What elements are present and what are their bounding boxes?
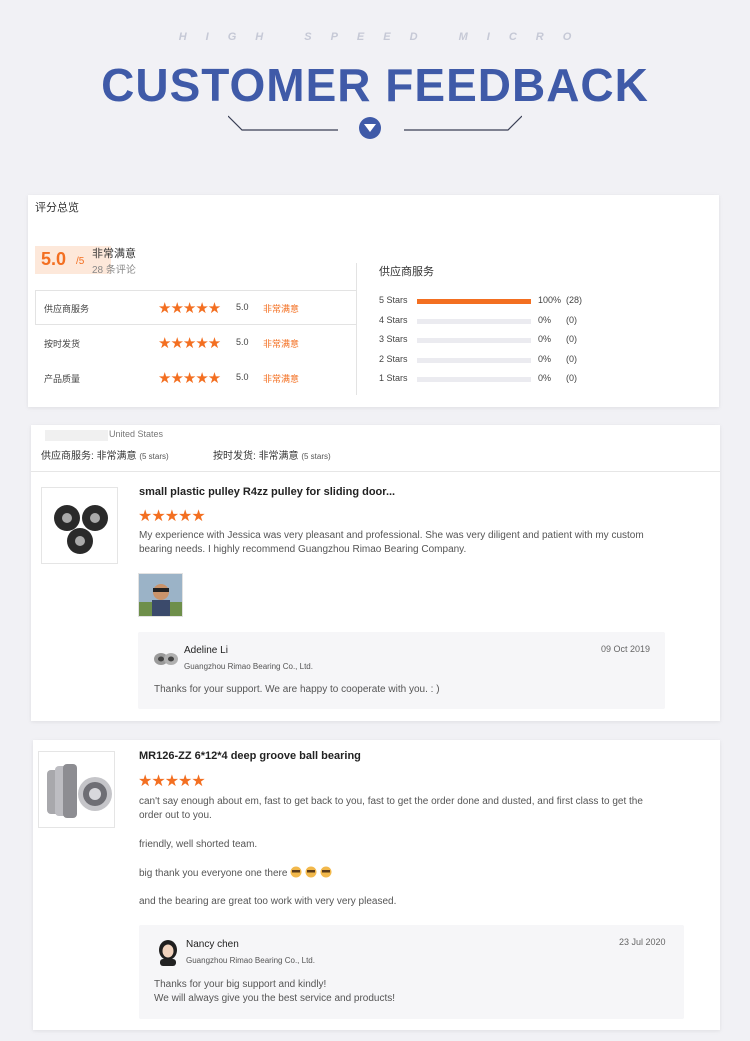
reviewer-location: United States xyxy=(109,429,164,439)
distribution-count: (0) xyxy=(566,334,577,344)
distribution-percent: 0% xyxy=(538,373,552,383)
reply-company: Guangzhou Rimao Bearing Co., Ltd. xyxy=(186,956,315,965)
score-max: /5 xyxy=(76,256,85,267)
distribution-count: (28) xyxy=(566,295,583,305)
distribution-row: 4 Stars 0% (0) xyxy=(379,314,619,328)
distribution-percent: 0% xyxy=(538,315,552,325)
reply-author-name: Adeline Li xyxy=(184,645,228,656)
page-header: HIGH SPEED MICRO CUSTOMER FEEDBACK xyxy=(0,0,750,160)
review-text: and the bearing are great too work with … xyxy=(139,896,397,907)
meta-stars: (5 stars) xyxy=(139,452,169,461)
score-row-desc: 非常满意 xyxy=(263,339,300,349)
review-text: big thank you everyone one there xyxy=(139,866,334,881)
meta-stars: (5 stars) xyxy=(301,452,331,461)
summary-heading: 评分总览 xyxy=(35,202,79,214)
review-stars-icon: ★★★★★ xyxy=(138,508,206,525)
reply-company: Guangzhou Rimao Bearing Co., Ltd. xyxy=(184,662,313,671)
review-meta-shipping: 按时发货: 非常满意 (5 stars) xyxy=(213,447,331,462)
reviewer-name-redacted xyxy=(45,430,108,441)
distribution-label: 5 Stars xyxy=(379,295,408,305)
distribution-percent: 0% xyxy=(538,334,552,344)
review-meta-service: 供应商服务: 非常满意 (5 stars) xyxy=(41,447,169,462)
divider xyxy=(35,290,356,291)
review-text: can't say enough about em, fast to get b… xyxy=(139,796,643,821)
distribution-count: (0) xyxy=(566,354,577,364)
review-text: friendly, well shorted team. xyxy=(139,839,258,850)
score-row-label: 供应商服务 xyxy=(44,304,90,314)
distribution-fill xyxy=(417,299,531,304)
distribution-label: 1 Stars xyxy=(379,373,408,383)
distribution-percent: 100% xyxy=(538,295,562,305)
header-divider-icon xyxy=(228,115,522,139)
reply-date: 09 Oct 2019 xyxy=(601,644,651,654)
divider xyxy=(35,324,356,325)
star-rating-icon: ★★★★★ xyxy=(158,370,221,387)
supplier-service-heading: 供应商服务 xyxy=(379,266,434,278)
review-text-line: big thank you everyone one there xyxy=(139,868,288,879)
pulley-image-icon xyxy=(54,505,108,554)
score-row-label: 按时发货 xyxy=(44,339,81,349)
score-row-desc: 非常满意 xyxy=(263,304,300,314)
divider xyxy=(35,290,36,325)
header-subtitle: HIGH SPEED MICRO xyxy=(178,31,591,43)
review-card: MR126-ZZ 6*12*4 deep groove ball bearing… xyxy=(33,740,720,1030)
distribution-label: 4 Stars xyxy=(379,315,408,325)
seller-reply: Nancy chen Guangzhou Rimao Bearing Co., … xyxy=(139,925,684,1019)
score-row-value: 5.0 xyxy=(236,372,249,382)
distribution-row: 3 Stars 0% (0) xyxy=(379,333,619,347)
score-row-value: 5.0 xyxy=(236,302,249,312)
header-title: CUSTOMER FEEDBACK xyxy=(101,59,649,111)
score-row-desc: 非常满意 xyxy=(263,374,300,384)
distribution-track xyxy=(417,319,531,324)
seller-reply: Adeline Li Guangzhou Rimao Bearing Co., … xyxy=(138,632,665,709)
rating-summary-card: 评分总览 5.0 /5 非常满意 28 条评论 供应商服务 ★★★★★ 5.0 … xyxy=(28,195,719,407)
reply-message: Thanks for your big support and kindly! xyxy=(154,979,327,990)
score-row-label: 产品质量 xyxy=(44,374,81,384)
distribution-row: 5 Stars 100% (28) xyxy=(379,294,619,308)
distribution-row: 2 Stars 0% (0) xyxy=(379,353,619,367)
score-row-value: 5.0 xyxy=(236,337,249,347)
distribution-track xyxy=(417,377,531,382)
review-card: United States 供应商服务: 非常满意 (5 stars) 按时发货… xyxy=(31,425,720,721)
emoji-icon xyxy=(290,866,334,879)
bearing-avatar-icon xyxy=(154,653,178,665)
photo-image-icon xyxy=(139,574,182,616)
reply-date: 23 Jul 2020 xyxy=(619,937,666,947)
meta-value: 非常满意 xyxy=(96,451,137,462)
distribution-percent: 0% xyxy=(538,354,552,364)
score-row-product-quality[interactable]: 产品质量 ★★★★★ 5.0 非常满意 xyxy=(44,370,344,387)
distribution-track xyxy=(417,338,531,343)
review-product-title[interactable]: small plastic pulley R4zz pulley for sli… xyxy=(139,486,395,498)
divider xyxy=(356,263,357,395)
star-rating-icon: ★★★★★ xyxy=(158,300,221,317)
meta-label: 供应商服务: xyxy=(41,451,94,462)
score-row-supplier-service[interactable]: 供应商服务 ★★★★★ 5.0 非常满意 xyxy=(44,300,344,317)
reply-author-name: Nancy chen xyxy=(186,939,239,950)
distribution-label: 2 Stars xyxy=(379,354,408,364)
review-text: My experience with Jessica was very plea… xyxy=(139,530,644,555)
divider xyxy=(31,471,720,472)
distribution-count: (0) xyxy=(566,315,577,325)
review-count: 28 条评论 xyxy=(92,265,136,276)
reply-message: Thanks for your support. We are happy to… xyxy=(154,684,440,695)
avatar-icon xyxy=(159,940,177,966)
product-thumbnail[interactable] xyxy=(38,751,115,828)
meta-value: 非常满意 xyxy=(258,451,299,462)
distribution-label: 3 Stars xyxy=(379,334,408,344)
reply-message: We will always give you the best service… xyxy=(154,993,396,1004)
meta-label: 按时发货: xyxy=(213,451,256,462)
star-rating-icon: ★★★★★ xyxy=(158,335,221,352)
review-photo[interactable] xyxy=(138,573,183,617)
bearing-image-icon xyxy=(47,764,112,818)
score-row-on-time-delivery[interactable]: 按时发货 ★★★★★ 5.0 非常满意 xyxy=(44,335,344,352)
distribution-row: 1 Stars 0% (0) xyxy=(379,372,619,386)
rating-label: 非常满意 xyxy=(92,248,136,260)
distribution-track xyxy=(417,358,531,363)
score-value: 5.0 xyxy=(41,249,67,269)
review-product-title[interactable]: MR126-ZZ 6*12*4 deep groove ball bearing xyxy=(139,750,361,762)
review-stars-icon: ★★★★★ xyxy=(138,773,206,790)
distribution-track xyxy=(417,299,531,304)
distribution-count: (0) xyxy=(566,373,577,383)
product-thumbnail[interactable] xyxy=(41,487,118,564)
